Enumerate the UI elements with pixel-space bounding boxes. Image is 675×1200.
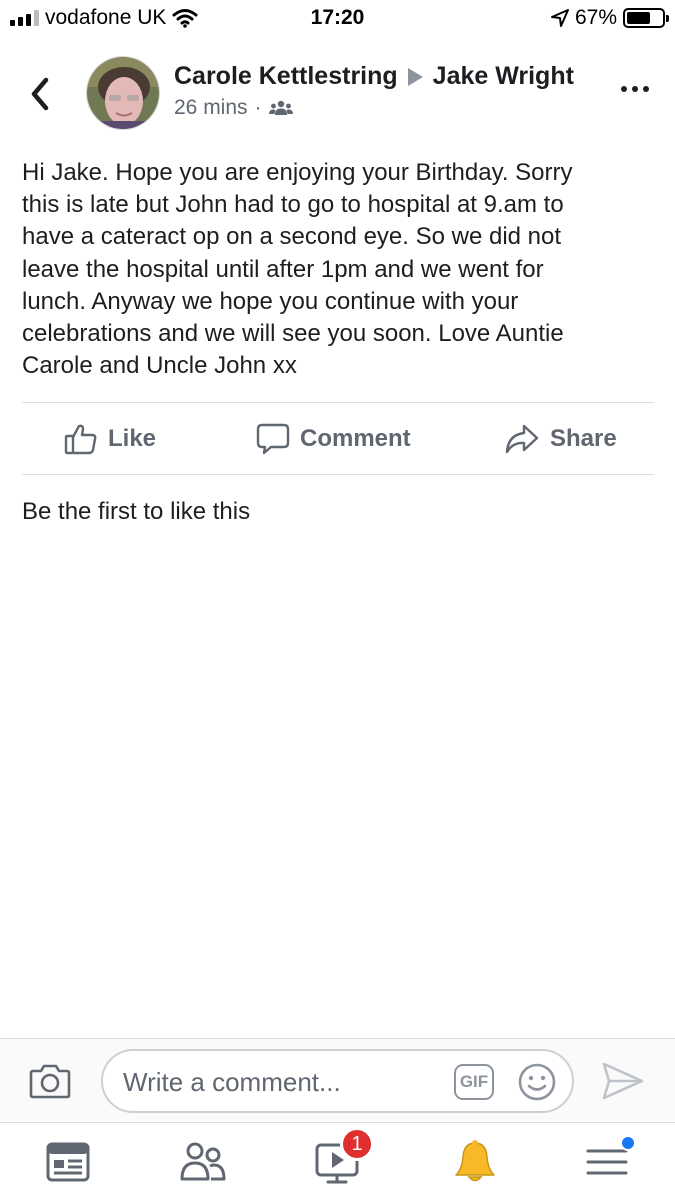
bottom-tab-bar: 1 xyxy=(0,1122,675,1200)
share-arrow-icon xyxy=(505,424,539,454)
gif-button[interactable]: GIF xyxy=(454,1064,494,1100)
dot-icon xyxy=(643,86,649,92)
post-header: Carole Kettlestring Jake Wright 26 mins … xyxy=(0,56,675,132)
dot-icon xyxy=(621,86,627,92)
battery-info: 67% xyxy=(550,6,669,30)
comment-bubble-icon xyxy=(256,423,290,455)
post-title: Carole Kettlestring Jake Wright xyxy=(174,62,574,91)
post-text: Hi Jake. Hope you are enjoying your Birt… xyxy=(22,159,573,380)
divider xyxy=(22,474,654,475)
notifications-icon[interactable] xyxy=(452,1139,498,1185)
menu-notification-dot xyxy=(620,1135,636,1151)
emoji-icon[interactable] xyxy=(517,1062,557,1102)
avatar-image xyxy=(87,57,159,129)
arrow-right-icon xyxy=(407,67,423,86)
post-meta: 26 mins · xyxy=(174,96,293,120)
comment-label: Comment xyxy=(300,425,411,452)
watch-notification-badge: 1 xyxy=(340,1127,374,1161)
post-time[interactable]: 26 mins xyxy=(174,96,248,120)
news-feed-icon[interactable] xyxy=(45,1139,91,1185)
back-button[interactable] xyxy=(26,74,56,114)
comment-button[interactable]: Comment xyxy=(256,422,411,456)
battery-icon xyxy=(623,8,669,28)
comment-field[interactable]: GIF xyxy=(101,1049,574,1113)
post-actions: Like Comment Share xyxy=(0,404,675,474)
share-button[interactable]: Share xyxy=(504,422,617,456)
like-label: Like xyxy=(108,425,157,452)
status-bar: vodafone UK 17:20 67% xyxy=(0,0,675,38)
friends-icon[interactable] xyxy=(180,1139,226,1185)
recipient-name[interactable]: Jake Wright xyxy=(433,62,574,91)
thumbs-up-icon xyxy=(64,424,97,455)
author-name[interactable]: Carole Kettlestring xyxy=(174,62,398,91)
meta-separator: · xyxy=(254,96,262,119)
dot-icon xyxy=(632,86,638,92)
share-label: Share xyxy=(550,425,617,452)
like-button[interactable]: Like xyxy=(64,422,156,456)
avatar[interactable] xyxy=(86,56,160,130)
comment-composer: GIF xyxy=(0,1038,675,1122)
camera-icon[interactable] xyxy=(28,1059,72,1103)
battery-percent: 67% xyxy=(574,6,617,29)
likes-summary: Be the first to like this xyxy=(22,498,251,525)
more-options-button[interactable] xyxy=(621,86,649,92)
send-icon[interactable] xyxy=(600,1059,646,1103)
location-arrow-icon xyxy=(550,9,569,27)
comment-input[interactable] xyxy=(123,1064,423,1100)
divider xyxy=(22,402,654,403)
friends-icon xyxy=(268,100,293,115)
